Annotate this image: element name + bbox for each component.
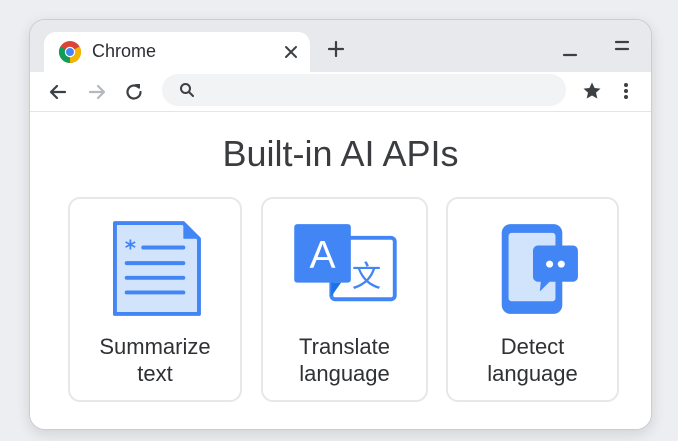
summarize-text-card[interactable]: * Summarize text: [68, 197, 242, 402]
forward-arrow-icon[interactable]: [85, 80, 109, 104]
chrome-logo-icon: [58, 41, 82, 64]
card-label: Summarize text: [70, 333, 240, 387]
more-menu-icon[interactable]: [614, 79, 638, 103]
translate-language-card[interactable]: A 文 Translate language: [261, 197, 428, 402]
card-label: Translate language: [263, 333, 426, 387]
card-label: Detect language: [448, 333, 617, 387]
page-title: Built-in AI APIs: [222, 133, 459, 174]
card-label-line2: language: [487, 361, 578, 386]
bookmark-star-icon[interactable]: [580, 79, 604, 103]
toolbar: [30, 72, 651, 112]
browser-window: Chrome Built-in AI APIs * Summarize text…: [29, 19, 652, 430]
translate-letter-a: A: [310, 234, 336, 277]
search-icon: [180, 83, 194, 97]
card-label-line1: Translate: [299, 334, 390, 359]
tab-search-menu-icon[interactable]: [610, 34, 634, 58]
address-input[interactable]: [206, 78, 546, 102]
translate-letter-wen: 文: [352, 260, 381, 294]
card-label-line1: Summarize: [99, 334, 211, 359]
card-label-line1: Detect: [500, 334, 565, 359]
translate-icon: A 文: [294, 224, 397, 302]
tab-chrome[interactable]: Chrome: [44, 32, 310, 72]
phone-chat-icon: [501, 224, 578, 314]
detect-language-card[interactable]: Detect language: [446, 197, 619, 402]
card-label-line2: text: [137, 361, 173, 386]
tab-title: Chrome: [92, 41, 157, 61]
document-icon: *: [112, 221, 201, 316]
close-tab-icon[interactable]: [280, 41, 302, 63]
minimize-icon[interactable]: [558, 38, 582, 62]
omnibox[interactable]: [162, 74, 566, 106]
svg-text:*: *: [125, 236, 136, 261]
card-label-line2: language: [299, 361, 390, 386]
page-content: Built-in AI APIs * Summarize text A 文 Tr…: [30, 113, 651, 429]
back-arrow-icon[interactable]: [46, 80, 70, 104]
new-tab-icon[interactable]: [324, 37, 348, 61]
reload-icon[interactable]: [122, 80, 146, 104]
tab-strip: Chrome: [30, 20, 651, 72]
